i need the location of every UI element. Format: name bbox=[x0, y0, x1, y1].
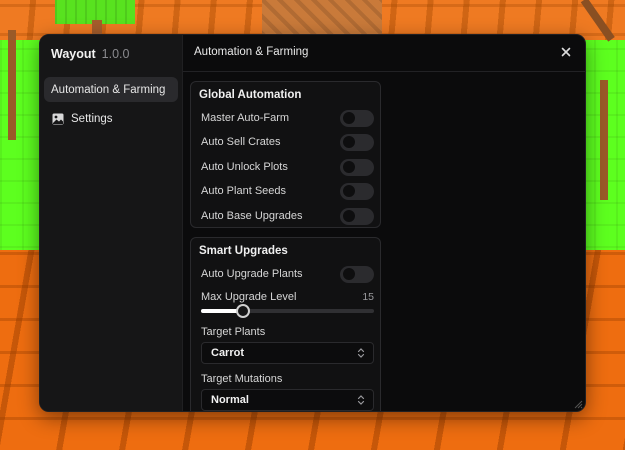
toggle-knob bbox=[343, 185, 355, 197]
toggle-label: Auto Upgrade Plants bbox=[201, 268, 303, 280]
header: Automation & Farming bbox=[183, 35, 585, 72]
close-button[interactable] bbox=[559, 45, 573, 59]
toggle-label: Master Auto-Farm bbox=[201, 112, 290, 124]
toggle-label: Auto Plant Seeds bbox=[201, 185, 287, 197]
toggle-knob bbox=[343, 210, 355, 222]
section-title: Global Automation bbox=[199, 89, 302, 101]
auto-sell-crates-toggle[interactable] bbox=[340, 133, 374, 151]
auto-unlock-plots-toggle[interactable] bbox=[340, 158, 374, 176]
tree-branch bbox=[600, 80, 608, 200]
wooden-structure bbox=[262, 0, 382, 36]
toggle-row-auto-base-upgrades: Auto Base Upgrades bbox=[201, 206, 374, 226]
close-icon bbox=[561, 47, 571, 57]
image-icon bbox=[52, 113, 64, 125]
select-value: Carrot bbox=[211, 347, 245, 359]
app-version: 1.0.0 bbox=[101, 47, 130, 61]
resize-handle-icon[interactable] bbox=[573, 399, 583, 409]
slider-value: 15 bbox=[362, 291, 374, 303]
sidebar-item-settings[interactable]: Settings bbox=[44, 106, 178, 131]
sidebar: Wayout 1.0.0 Automation & Farming Setting… bbox=[40, 35, 183, 411]
global-automation-section: Global Automation Master Auto-Farm Auto … bbox=[190, 81, 381, 228]
toggle-knob bbox=[343, 136, 355, 148]
app-title: Wayout 1.0.0 bbox=[51, 47, 129, 61]
select-value: Normal bbox=[211, 394, 249, 406]
app-name: Wayout bbox=[51, 47, 96, 61]
toggle-row-auto-unlock-plots: Auto Unlock Plots bbox=[201, 157, 374, 177]
toggle-knob bbox=[343, 112, 355, 124]
toggle-knob bbox=[343, 268, 355, 280]
sidebar-item-label: Settings bbox=[71, 112, 113, 125]
toggle-row-auto-sell-crates: Auto Sell Crates bbox=[201, 132, 374, 152]
toggle-label: Auto Base Upgrades bbox=[201, 210, 303, 222]
toggle-label: Auto Sell Crates bbox=[201, 136, 281, 148]
sidebar-item-label: Automation & Farming bbox=[51, 83, 166, 96]
master-auto-farm-toggle[interactable] bbox=[340, 109, 374, 127]
automation-window: Wayout 1.0.0 Automation & Farming Setting… bbox=[39, 34, 586, 412]
auto-upgrade-plants-toggle[interactable] bbox=[340, 265, 374, 283]
target-plants-label: Target Plants bbox=[201, 326, 266, 338]
toggle-knob bbox=[343, 161, 355, 173]
target-mutations-select[interactable]: Normal bbox=[201, 389, 374, 411]
toggle-row-master-auto-farm: Master Auto-Farm bbox=[201, 108, 374, 128]
toggle-label: Auto Unlock Plots bbox=[201, 161, 288, 173]
max-upgrade-level-slider[interactable] bbox=[201, 304, 374, 318]
tree-branch bbox=[8, 30, 16, 140]
page-title: Automation & Farming bbox=[194, 46, 309, 58]
smart-upgrades-section: Smart Upgrades Auto Upgrade Plants Max U… bbox=[190, 237, 381, 411]
slider-label: Max Upgrade Level bbox=[201, 291, 297, 303]
target-mutations-label: Target Mutations bbox=[201, 373, 283, 385]
chevron-up-down-icon bbox=[357, 395, 365, 405]
auto-base-upgrades-toggle[interactable] bbox=[340, 207, 374, 225]
auto-plant-seeds-toggle[interactable] bbox=[340, 182, 374, 200]
target-plants-select[interactable]: Carrot bbox=[201, 342, 374, 364]
slider-thumb[interactable] bbox=[235, 304, 250, 318]
toggle-row-auto-plant-seeds: Auto Plant Seeds bbox=[201, 181, 374, 201]
sidebar-item-automation-farming[interactable]: Automation & Farming bbox=[44, 77, 178, 102]
chevron-up-down-icon bbox=[357, 348, 365, 358]
toggle-row-auto-upgrade-plants: Auto Upgrade Plants bbox=[201, 264, 374, 284]
section-title: Smart Upgrades bbox=[199, 245, 288, 257]
